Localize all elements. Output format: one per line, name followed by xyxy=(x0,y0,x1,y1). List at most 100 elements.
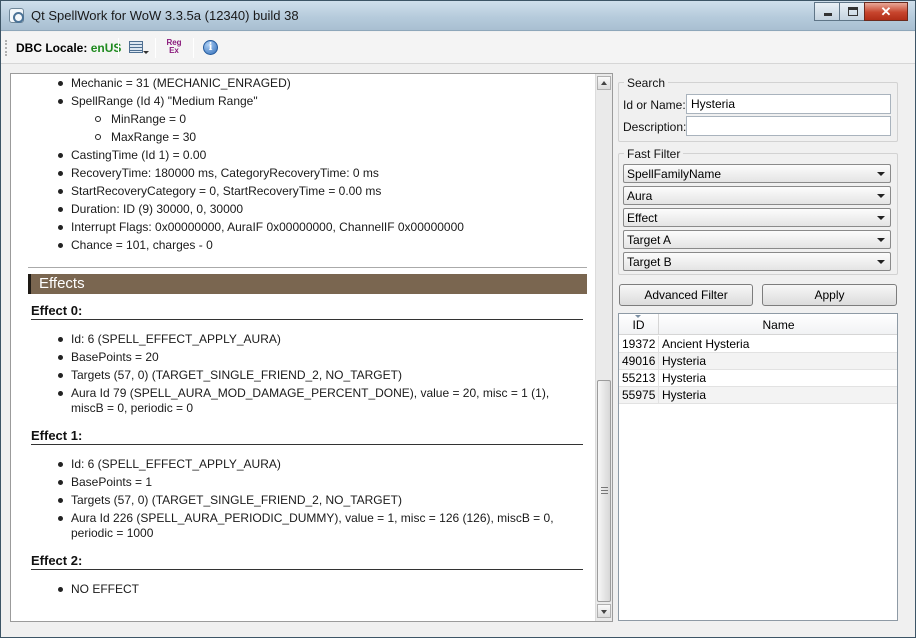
detail-recovery-time: RecoveryTime: 180000 ms, CategoryRecover… xyxy=(71,166,379,180)
dbc-locale-value: enUS xyxy=(90,41,122,55)
effects-header-label: Effects xyxy=(39,275,85,292)
table-row[interactable]: 49016 Hysteria xyxy=(619,353,897,370)
column-header-name[interactable]: Name xyxy=(660,314,897,335)
chevron-down-icon xyxy=(877,260,885,264)
apply-button[interactable]: Apply xyxy=(762,284,897,306)
column-header-id[interactable]: ID xyxy=(619,314,659,335)
maximize-button[interactable] xyxy=(839,2,865,21)
close-button[interactable]: ✕ xyxy=(864,2,908,21)
effect-1-basepoints: BasePoints = 1 xyxy=(71,475,153,489)
effect-combo-value: Effect xyxy=(627,211,658,225)
fast-filter-title: Fast Filter xyxy=(624,147,684,161)
spell-details-view[interactable]: Mechanic = 31 (MECHANIC_ENRAGED) SpellRa… xyxy=(10,73,613,622)
bullet xyxy=(58,81,63,86)
table-row[interactable]: 55975 Hysteria xyxy=(619,387,897,404)
bullet xyxy=(58,189,63,194)
id-or-name-input[interactable] xyxy=(686,94,891,114)
dbc-locale-label: DBC Locale: xyxy=(16,41,88,55)
cell-name: Hysteria xyxy=(662,371,707,385)
effect-combo[interactable]: Effect xyxy=(623,208,891,227)
bullet xyxy=(58,225,63,230)
minimize-icon xyxy=(824,13,832,16)
chevron-down-icon xyxy=(877,172,885,176)
scroll-up-button[interactable] xyxy=(597,76,611,90)
info-icon: i xyxy=(203,40,218,55)
table-row[interactable]: 55213 Hysteria xyxy=(619,370,897,387)
bullet xyxy=(58,587,63,592)
effects-header-marker xyxy=(28,274,31,294)
effect-1-targets: Targets (57, 0) (TARGET_SINGLE_FRIEND_2,… xyxy=(71,493,402,507)
effect-0-aura: Aura Id 79 (SPELL_AURA_MOD_DAMAGE_PERCEN… xyxy=(71,386,550,400)
scroll-thumb[interactable] xyxy=(597,380,611,602)
toolbar-separator xyxy=(193,38,194,58)
regex-icon-bottom: Ex xyxy=(169,46,179,55)
aura-combo[interactable]: Aura xyxy=(623,186,891,205)
effect-0-targets: Targets (57, 0) (TARGET_SINGLE_FRIEND_2,… xyxy=(71,368,402,382)
effect-1-rule xyxy=(31,444,583,445)
details-scrollbar[interactable] xyxy=(596,74,612,621)
effect-2-rule xyxy=(31,569,583,570)
spell-family-combo[interactable]: SpellFamilyName xyxy=(623,164,891,183)
search-group-title: Search xyxy=(624,76,669,90)
dropdown-arrow-icon xyxy=(143,51,149,54)
bullet xyxy=(58,153,63,158)
arrow-down-icon xyxy=(601,610,607,614)
bullet xyxy=(58,99,63,104)
results-header: ID Name xyxy=(619,314,897,335)
bullet xyxy=(58,207,63,212)
detail-max-range: MaxRange = 30 xyxy=(111,130,197,144)
description-input[interactable] xyxy=(686,116,891,136)
effect-0-basepoints: BasePoints = 20 xyxy=(71,350,159,364)
toolbar: DBC Locale: enUS Reg Ex i xyxy=(1,32,915,64)
target-a-combo[interactable]: Target A xyxy=(623,230,891,249)
effect-1-aura: Aura Id 226 (SPELL_AURA_PERIODIC_DUMMY),… xyxy=(71,511,554,525)
toolbar-separator xyxy=(118,38,119,58)
effect-0-rule xyxy=(31,319,583,320)
regex-button[interactable]: Reg Ex xyxy=(163,38,185,58)
window-title: Qt SpellWork for WoW 3.3.5a (12340) buil… xyxy=(31,8,299,23)
bullet xyxy=(58,355,63,360)
effect-2-none: NO EFFECT xyxy=(71,582,139,596)
toolbar-grip[interactable] xyxy=(5,40,7,56)
cell-id: 49016 xyxy=(619,353,659,370)
about-button[interactable]: i xyxy=(200,38,222,58)
app-icon xyxy=(9,8,24,23)
arrow-up-icon xyxy=(601,81,607,85)
effect-1-aura-cont: periodic = 1000 xyxy=(71,526,154,540)
cell-name: Hysteria xyxy=(662,354,707,368)
description-label: Description: xyxy=(623,120,687,134)
column-header-id-label: ID xyxy=(632,318,645,332)
detail-mechanic: Mechanic = 31 (MECHANIC_ENRAGED) xyxy=(71,76,291,90)
bullet xyxy=(58,516,63,521)
advanced-filter-button[interactable]: Advanced Filter xyxy=(619,284,753,306)
title-bar[interactable]: Qt SpellWork for WoW 3.3.5a (12340) buil… xyxy=(1,1,915,31)
columns-menu-button[interactable] xyxy=(126,38,149,58)
spell-family-combo-value: SpellFamilyName xyxy=(627,167,722,181)
target-a-combo-value: Target A xyxy=(627,233,672,247)
bullet xyxy=(58,373,63,378)
section-divider xyxy=(28,267,587,268)
scroll-down-button[interactable] xyxy=(597,604,611,618)
effect-0-id: Id: 6 (SPELL_EFFECT_APPLY_AURA) xyxy=(71,332,281,346)
cell-id: 55975 xyxy=(619,387,659,404)
target-b-combo-value: Target B xyxy=(627,255,672,269)
effects-header: Effects xyxy=(28,274,587,294)
effect-1-title: Effect 1: xyxy=(31,428,83,443)
table-row[interactable]: 19372 Ancient Hysteria xyxy=(619,336,897,353)
bullet xyxy=(58,391,63,396)
cell-id: 55213 xyxy=(619,370,659,387)
bullet xyxy=(58,480,63,485)
cell-id: 19372 xyxy=(619,336,659,353)
target-b-combo[interactable]: Target B xyxy=(623,252,891,271)
sub-bullet xyxy=(95,134,101,140)
chevron-down-icon xyxy=(877,238,885,242)
bullet xyxy=(58,462,63,467)
detail-spell-range: SpellRange (Id 4) "Medium Range" xyxy=(71,94,258,108)
bullet xyxy=(58,243,63,248)
cell-name: Hysteria xyxy=(662,388,707,402)
minimize-button[interactable] xyxy=(814,2,840,21)
regex-icon: Reg Ex xyxy=(165,39,183,55)
results-table[interactable]: ID Name 19372 Ancient Hysteria 49016 Hys… xyxy=(618,313,898,621)
maximize-icon xyxy=(848,7,858,16)
sub-bullet xyxy=(95,116,101,122)
